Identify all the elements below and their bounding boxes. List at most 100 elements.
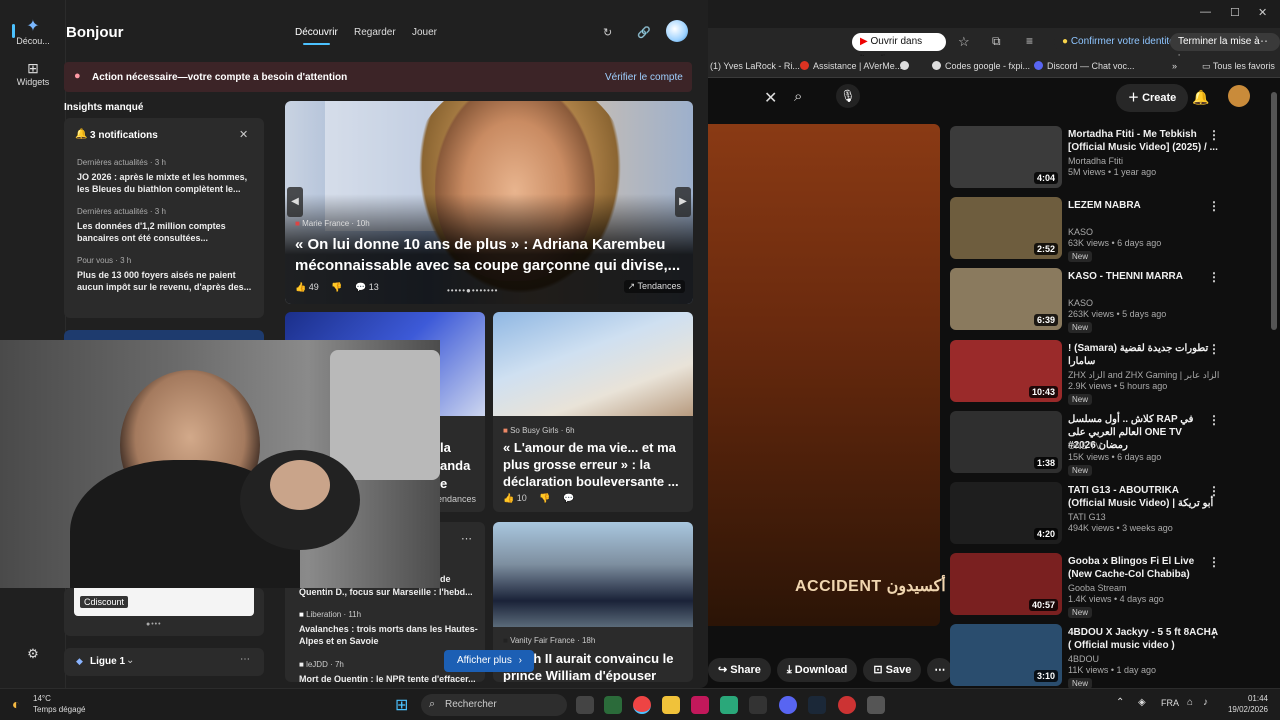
app-icon[interactable] <box>691 696 709 714</box>
like-icon[interactable]: 👍 <box>295 282 306 292</box>
chevron-down-icon[interactable]: ⌄ <box>126 655 134 666</box>
tray-overflow-icon[interactable]: ⌃ <box>1116 697 1124 708</box>
more-options-icon[interactable]: ⋮ <box>1208 270 1220 284</box>
video-thumbnail[interactable]: 6:39 <box>950 268 1062 330</box>
notification-text[interactable]: Plus de 13 000 foyers aisés ne paient au… <box>77 269 255 293</box>
app-icon[interactable] <box>838 696 856 714</box>
video-title[interactable]: Mortadha Ftiti - Me Tebkish [Official Mu… <box>1068 128 1218 154</box>
avatar[interactable] <box>1228 85 1250 107</box>
channel-name[interactable]: Mortadha Ftiti <box>1068 156 1123 166</box>
maximize-icon[interactable]: ☐ <box>1230 6 1240 19</box>
page-scrollbar[interactable] <box>1271 92 1277 330</box>
video-thumbnail[interactable]: 10:43 <box>950 340 1062 402</box>
bookmarks-overflow-icon[interactable]: » <box>1172 61 1177 71</box>
recommendation-item[interactable]: 2:52 LEZEM NABRA KASO 63K views • 6 days ag… <box>950 197 1260 263</box>
link-icon[interactable]: 🔗 <box>637 26 651 39</box>
network-icon[interactable]: ⌂ <box>1187 697 1193 708</box>
like-icon[interactable]: 👍 <box>503 493 514 503</box>
more-options-icon[interactable]: ⋮ <box>1208 128 1220 142</box>
extensions-icon[interactable]: ⧉ <box>992 34 1001 49</box>
channel-name[interactable]: ONE TV <box>1068 441 1101 451</box>
carousel-dots[interactable]: ●••• <box>146 621 162 628</box>
clock-date[interactable]: 19/02/2026 <box>1224 705 1268 714</box>
favorite-star-icon[interactable]: ☆ <box>958 34 970 50</box>
search-icon[interactable]: ⌕ <box>794 88 802 105</box>
dislike-icon[interactable]: 👎 <box>539 493 550 503</box>
tab-watch[interactable]: Regarder <box>354 27 396 38</box>
more-menu-icon[interactable]: ⋯ <box>1256 34 1268 48</box>
channel-name[interactable]: ZHX الزاد and ZHX Gaming | الزاد عابر <box>1068 370 1219 381</box>
rail-widgets[interactable]: ⊞ Widgets <box>0 60 66 87</box>
video-title[interactable]: 4BDOU X Jackyy - 5 5 ft 8ACHA ( Official… <box>1068 626 1218 652</box>
taskbar-search[interactable]: ⌕ Rechercher <box>421 694 567 716</box>
hero-article-card[interactable]: ◀ ▶ ■ Marie France · 10h « On lui donne … <box>285 101 693 304</box>
create-button[interactable]: ＋ Create <box>1116 84 1189 112</box>
file-explorer-icon[interactable] <box>662 696 680 714</box>
carousel-dots[interactable]: •••••●••••••• <box>447 286 498 295</box>
comment-icon[interactable]: 💬 <box>355 282 366 292</box>
save-button[interactable]: ⊡ Save <box>863 658 922 682</box>
show-more-button[interactable]: Afficher plus › <box>444 650 534 672</box>
close-window-icon[interactable]: ✕ <box>1258 6 1267 19</box>
league-card[interactable]: ◆ Ligue 1 ⌄ ⋯ <box>64 648 264 676</box>
more-options-icon[interactable]: ⋮ <box>1208 626 1220 640</box>
discord-icon[interactable] <box>779 696 797 714</box>
video-thumbnail[interactable]: 4:04 <box>950 126 1062 188</box>
recommendation-item[interactable]: 3:10 4BDOU X Jackyy - 5 5 ft 8ACHA ( Offi… <box>950 624 1260 690</box>
bookmark-item[interactable]: Codes google - fxpi... <box>932 61 1030 71</box>
carousel-next-icon[interactable]: ▶ <box>675 187 691 217</box>
recommendation-item[interactable]: 6:39 KASO - THENNI MARRA KASO 263K views • … <box>950 268 1260 334</box>
settings-icon[interactable] <box>867 696 885 714</box>
video-title[interactable]: TATI G13 - ABOUTRIKA (Official Music Vid… <box>1068 484 1218 510</box>
notification-text[interactable]: JO 2026 : après le mixte et les hommes, … <box>77 171 255 195</box>
language-indicator[interactable]: FRA <box>1161 698 1179 708</box>
tray-app-icon[interactable]: ◈ <box>1138 697 1146 708</box>
collections-icon[interactable]: ≡ <box>1026 34 1033 48</box>
clock-time[interactable]: 01:44 <box>1226 694 1268 703</box>
channel-name[interactable]: TATI G13 <box>1068 512 1106 522</box>
video-thumbnail[interactable]: 2:52 <box>950 197 1062 259</box>
settings-gear-icon[interactable]: ⚙ <box>0 646 66 662</box>
video-title[interactable]: KASO - THENNI MARRA <box>1068 270 1218 283</box>
channel-name[interactable]: Gooba Stream <box>1068 583 1127 593</box>
bookmark-item[interactable] <box>900 61 913 71</box>
task-view-icon[interactable] <box>576 696 594 714</box>
bookmark-item[interactable]: Discord — Chat voc... <box>1034 61 1135 71</box>
weather-temp[interactable]: 14°C <box>33 694 51 703</box>
confirm-identity-button[interactable]: ● Confirmer votre identité <box>1054 33 1183 51</box>
recommendation-item[interactable]: 4:04 Mortadha Ftiti - Me Tebkish [Officia… <box>950 126 1260 192</box>
channel-name[interactable]: KASO <box>1068 227 1093 237</box>
profile-avatar[interactable] <box>666 20 688 42</box>
more-options-icon[interactable]: ⋮ <box>1208 199 1220 213</box>
refresh-icon[interactable]: ↻ <box>603 26 612 39</box>
steam-icon[interactable] <box>808 696 826 714</box>
notifications-bell-icon[interactable]: 🔔 <box>1192 89 1209 106</box>
bookmark-item[interactable]: Assistance | AVerMe... <box>800 61 902 71</box>
video-thumbnail[interactable]: 1:38 <box>950 411 1062 473</box>
rail-discover[interactable]: ✦ Décou... <box>0 16 66 46</box>
comment-icon[interactable]: 💬 <box>563 493 574 503</box>
recommendation-item[interactable]: 4:20 TATI G13 - ABOUTRIKA (Official Music… <box>950 482 1260 548</box>
microphone-icon[interactable]: 🎙 <box>836 84 860 108</box>
video-thumbnail[interactable]: 40:57 <box>950 553 1062 615</box>
app-icon[interactable] <box>749 696 767 714</box>
bookmark-item[interactable]: (1) Yves LaRock - Ri... <box>710 61 800 71</box>
more-options-icon[interactable]: ⋮ <box>1208 342 1220 356</box>
video-thumbnail[interactable]: 3:10 <box>950 624 1062 686</box>
start-windows-icon[interactable]: ⊞ <box>395 695 408 715</box>
channel-name[interactable]: KASO <box>1068 298 1093 308</box>
channel-name[interactable]: 4BDOU <box>1068 654 1099 664</box>
more-options-icon[interactable]: ⋯ <box>240 654 250 665</box>
more-options-icon[interactable]: ⋮ <box>1208 413 1220 427</box>
volume-icon[interactable]: ♪ <box>1203 697 1208 708</box>
carousel-prev-icon[interactable]: ◀ <box>287 187 303 217</box>
video-title[interactable]: Gooba x Blingos Fi El Live (New Cache-Co… <box>1068 555 1218 581</box>
dismiss-icon[interactable]: ✕ <box>239 128 248 141</box>
minimize-icon[interactable]: — <box>1200 6 1211 18</box>
app-icon[interactable] <box>720 696 738 714</box>
dislike-icon[interactable]: 👎 <box>331 282 342 292</box>
more-options-icon[interactable]: ⋮ <box>1208 555 1220 569</box>
clear-search-icon[interactable]: ✕ <box>764 88 777 108</box>
recommendation-item[interactable]: 40:57 Gooba x Blingos Fi El Live (New Cac… <box>950 553 1260 619</box>
tab-play[interactable]: Jouer <box>412 27 437 38</box>
